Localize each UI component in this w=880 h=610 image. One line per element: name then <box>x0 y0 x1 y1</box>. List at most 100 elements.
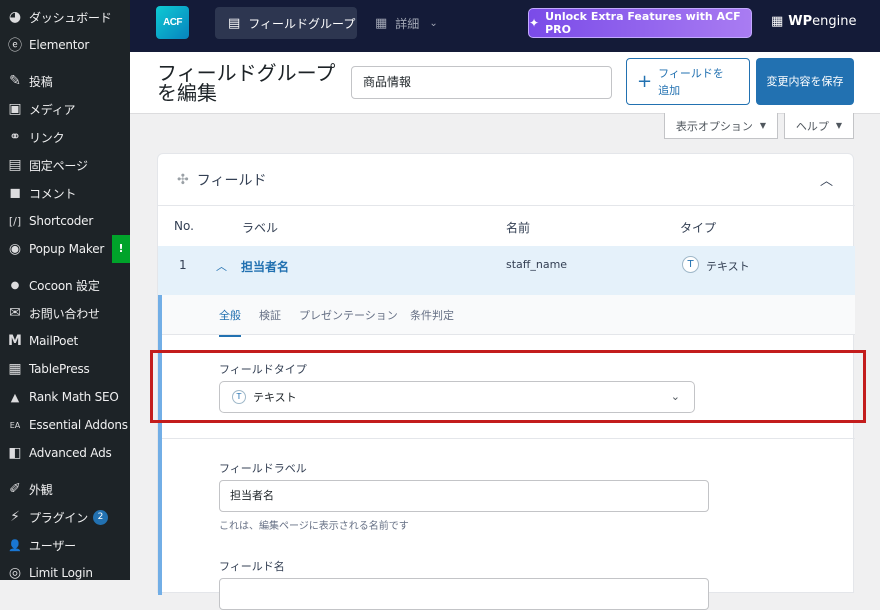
list-icon: ▤ <box>228 15 241 31</box>
tab-presentation[interactable]: プレゼンテーション <box>299 307 398 323</box>
cocoon-icon: ● <box>10 279 20 291</box>
field-name: staff_name <box>506 258 568 271</box>
sidebar-item-label: プラグイン <box>29 510 89 525</box>
pin-icon: ✎ <box>9 73 21 89</box>
puzzle-icon: ✣ <box>177 171 189 188</box>
tab-label: フィールドグループ <box>248 16 356 31</box>
field-label-label: フィールドラベル <box>219 462 307 475</box>
chevron-down-icon: ⌄ <box>670 390 680 403</box>
tab-field-groups[interactable]: ▤ フィールドグループ <box>215 7 357 39</box>
alert-badge: ! <box>112 235 130 263</box>
page-title: フィールドグループを編集 <box>157 61 336 105</box>
sidebar-item-shortcoder[interactable]: [/] Shortcoder <box>0 207 130 235</box>
chevron-up-icon[interactable]: ︿ <box>216 258 227 274</box>
sidebar-item-plugins[interactable]: ⚡ プラグイン 2 <box>0 503 130 531</box>
column-no: No. <box>174 219 194 233</box>
sidebar-item-mailpoet[interactable]: M MailPoet <box>0 327 130 355</box>
acf-logo[interactable]: ACF <box>156 6 189 39</box>
field-name-input[interactable] <box>219 578 709 610</box>
sidebar-item-label: Shortcoder <box>29 214 94 228</box>
help-button[interactable]: ヘルプ ▼ <box>784 113 854 139</box>
sidebar-item-dashboard[interactable]: ◕ ダッシュボード <box>0 3 130 31</box>
field-type-value: テキスト <box>253 391 297 404</box>
comment-icon: ◼ <box>9 185 21 201</box>
dashboard-icon: ◕ <box>8 9 22 25</box>
unlock-pro-button[interactable]: ✦ Unlock Extra Features with ACF PRO <box>528 8 752 38</box>
sidebar-item-label: 固定ページ <box>29 158 88 173</box>
grid-icon: ▦ <box>375 15 388 31</box>
sidebar-item-essential-addons[interactable]: EA Essential Addons <box>0 411 130 439</box>
caret-down-icon: ▼ <box>835 121 843 130</box>
column-name: 名前 <box>506 221 531 235</box>
sidebar-item-label: TablePress <box>29 362 90 376</box>
sidebar-item-label: Popup Maker <box>29 242 105 256</box>
wpengine-logo[interactable]: ▦ WP engine <box>771 14 857 29</box>
sidebar-item-pages[interactable]: ▤ 固定ページ <box>0 151 130 179</box>
tab-general[interactable]: 全般 <box>219 307 241 337</box>
sidebar-item-posts[interactable]: ✎ 投稿 <box>0 67 130 95</box>
tab-details[interactable]: ▦ 詳細 ⌄ <box>375 7 438 39</box>
chevron-up-icon[interactable]: ︿ <box>820 170 833 189</box>
sidebar-item-tablepress[interactable]: ▦ TablePress <box>0 355 130 383</box>
field-label-input[interactable]: 担当者名 <box>219 480 709 512</box>
sidebar-item-advanced-ads[interactable]: ◧ Advanced Ads <box>0 439 130 467</box>
link-icon: ⚭ <box>9 129 21 145</box>
wpengine-engine: engine <box>812 14 857 29</box>
sidebar-item-media[interactable]: ▣ メディア <box>0 95 130 123</box>
tab-conditional-logic[interactable]: 条件判定 <box>410 307 454 323</box>
limit-login-icon: ◎ <box>8 565 22 581</box>
field-row[interactable]: 1 ︿ 担当者名 staff_name T テキスト <box>158 246 855 295</box>
wpengine-grid-icon: ▦ <box>771 14 784 29</box>
sidebar-item-label: コメント <box>29 186 77 201</box>
sidebar-item-label: ダッシュボード <box>29 10 112 25</box>
field-group-title-input[interactable]: 商品情報 <box>351 66 612 99</box>
sidebar-item-limit-login[interactable]: ◎ Limit Login <box>0 559 130 587</box>
tab-validation[interactable]: 検証 <box>259 307 281 323</box>
text-type-icon: T <box>232 390 246 404</box>
sidebar-item-links[interactable]: ⚭ リンク <box>0 123 130 151</box>
page-header: フィールドグループを編集 商品情報 + フィールドを追加 変更内容を保存 <box>130 52 880 114</box>
user-icon: 👤 <box>8 538 22 552</box>
fields-panel: ✣ フィールド ︿ No. ラベル 名前 タイプ 1 ︿ 担当者名 staff_… <box>157 153 855 610</box>
advanced-ads-icon: ◧ <box>8 445 22 461</box>
sidebar-item-label: お問い合わせ <box>29 306 100 321</box>
save-button[interactable]: 変更内容を保存 <box>756 58 854 105</box>
update-count-badge: 2 <box>93 509 109 525</box>
add-field-label: フィールドを追加 <box>658 66 724 97</box>
sidebar-item-label: MailPoet <box>29 334 79 348</box>
acf-topbar: ACF ▤ フィールドグループ ▦ 詳細 ⌄ ✦ Unlock Extra Fe… <box>130 0 880 52</box>
add-field-button[interactable]: + フィールドを追加 <box>626 58 750 105</box>
sidebar-item-label: リンク <box>29 130 65 145</box>
elementor-icon: ⓔ <box>8 38 22 54</box>
sidebar-item-label: Cocoon 設定 <box>29 278 100 293</box>
admin-sidebar: ◕ ダッシュボード ⓔ Elementor ✎ 投稿 ▣ メディア ⚭ リンク ▤ 固定ペー… <box>0 0 130 581</box>
sidebar-item-rank-math[interactable]: ▲ Rank Math SEO <box>0 383 130 411</box>
media-icon: ▣ <box>8 101 22 117</box>
tab-label: 詳細 <box>395 16 420 31</box>
appearance-icon: ✐ <box>9 481 21 497</box>
divider <box>162 438 855 439</box>
screen-options-button[interactable]: 表示オプション ▼ <box>664 113 778 139</box>
mail-icon: ✉ <box>9 305 21 321</box>
sidebar-item-popup-maker[interactable]: ◉ Popup Maker! <box>0 235 130 263</box>
sidebar-item-cocoon[interactable]: ● Cocoon 設定 <box>0 271 130 299</box>
field-label-link[interactable]: 担当者名 <box>241 258 289 275</box>
panel-header[interactable]: ✣ フィールド ︿ <box>158 154 855 206</box>
fields-table-header: No. ラベル 名前 タイプ <box>158 206 855 246</box>
sidebar-item-users[interactable]: 👤 ユーザー <box>0 531 130 559</box>
sidebar-item-label: 外観 <box>29 482 53 497</box>
sidebar-item-elementor[interactable]: ⓔ Elementor <box>0 31 130 59</box>
panel-title: フィールド <box>196 172 267 189</box>
help-label: ヘルプ <box>795 119 829 133</box>
sidebar-item-contact[interactable]: ✉ お問い合わせ <box>0 299 130 327</box>
sidebar-item-appearance[interactable]: ✐ 外観 <box>0 475 130 503</box>
sidebar-item-label: 投稿 <box>29 74 53 89</box>
field-type-label: フィールドタイプ <box>219 363 307 376</box>
sidebar-item-label: Elementor <box>29 38 90 52</box>
sidebar-item-comments[interactable]: ◼ コメント <box>0 179 130 207</box>
sidebar-item-label: ユーザー <box>29 538 76 553</box>
field-order: 1 <box>179 258 187 272</box>
plus-icon: + <box>637 71 653 92</box>
unlock-label: Unlock Extra Features with ACF PRO <box>545 10 741 36</box>
field-type-select[interactable]: T テキスト ⌄ <box>219 381 695 413</box>
